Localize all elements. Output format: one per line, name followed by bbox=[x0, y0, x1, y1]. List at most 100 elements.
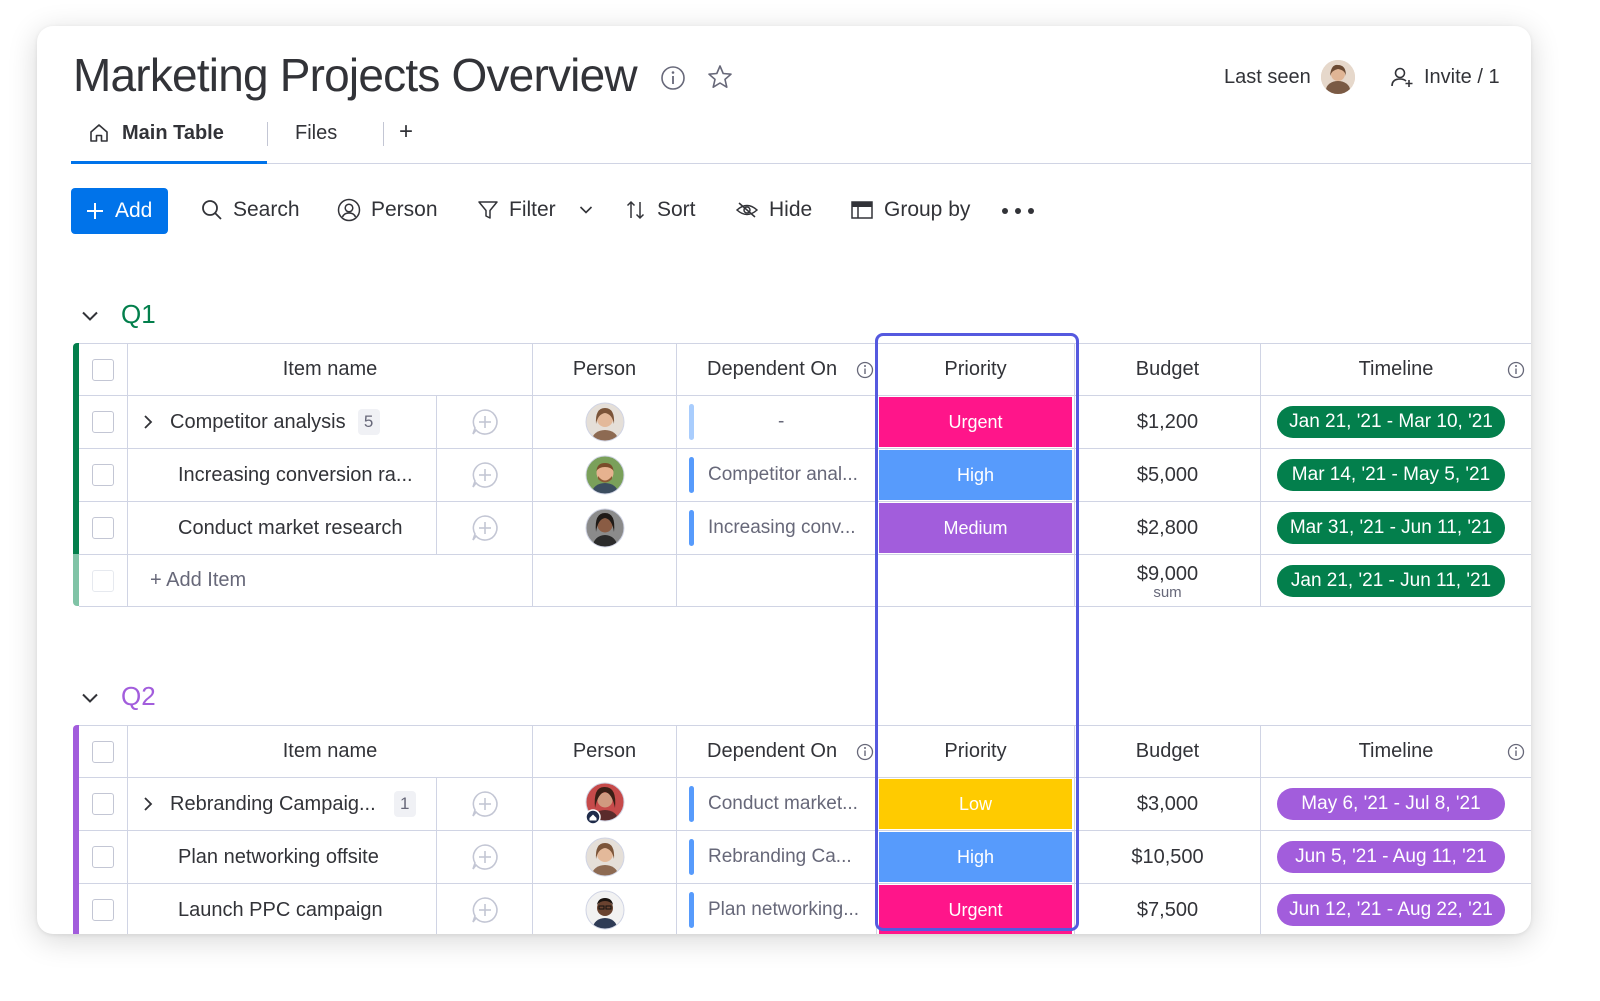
column-header-item-name[interactable]: Item name bbox=[128, 725, 533, 778]
timeline-cell[interactable]: Jan 21, '21 - Mar 10, '21 bbox=[1261, 396, 1531, 449]
person-avatar[interactable] bbox=[585, 455, 625, 495]
row-checkbox[interactable] bbox=[92, 517, 114, 539]
priority-cell[interactable]: Medium bbox=[877, 502, 1075, 555]
column-header-budget[interactable]: Budget bbox=[1075, 725, 1261, 778]
add-update-icon[interactable] bbox=[470, 460, 500, 490]
row-checkbox[interactable] bbox=[92, 411, 114, 433]
last-seen-label[interactable]: Last seen bbox=[1224, 66, 1311, 89]
person-cell[interactable] bbox=[533, 449, 677, 502]
row-checkbox[interactable] bbox=[92, 899, 114, 921]
budget-cell[interactable]: $10,500 bbox=[1075, 831, 1261, 884]
row-checkbox[interactable] bbox=[92, 793, 114, 815]
last-seen-avatar[interactable] bbox=[1321, 60, 1355, 94]
add-item-input[interactable]: + Add Item bbox=[150, 569, 246, 592]
add-update-icon[interactable] bbox=[470, 895, 500, 925]
column-info-icon[interactable] bbox=[856, 361, 874, 379]
priority-cell[interactable]: High bbox=[877, 831, 1075, 884]
timeline-cell[interactable]: Jun 5, '21 - Aug 11, '21 bbox=[1261, 831, 1531, 884]
item-name-cell[interactable]: Rebranding Campaig... 1 bbox=[128, 778, 437, 831]
updates-cell[interactable] bbox=[437, 449, 533, 502]
column-header-budget[interactable]: Budget bbox=[1075, 343, 1261, 396]
column-header-person[interactable]: Person bbox=[533, 343, 677, 396]
column-header-timeline[interactable]: Timeline bbox=[1261, 343, 1531, 396]
add-update-icon[interactable] bbox=[470, 789, 500, 819]
subitems-count-badge[interactable]: 1 bbox=[393, 791, 416, 817]
dependent-on-cell[interactable]: - bbox=[677, 396, 877, 449]
person-cell[interactable] bbox=[533, 778, 677, 831]
person-avatar[interactable] bbox=[585, 402, 625, 442]
dependent-on-cell[interactable]: Increasing conv... bbox=[677, 502, 877, 555]
person-cell[interactable] bbox=[533, 884, 677, 934]
priority-cell[interactable]: Low bbox=[877, 778, 1075, 831]
dependent-on-cell[interactable]: Competitor anal... bbox=[677, 449, 877, 502]
priority-cell[interactable]: High bbox=[877, 449, 1075, 502]
budget-cell[interactable]: $1,200 bbox=[1075, 396, 1261, 449]
tab-main-table[interactable]: Main Table bbox=[122, 122, 224, 145]
person-cell[interactable] bbox=[533, 831, 677, 884]
column-info-icon[interactable] bbox=[1507, 743, 1525, 761]
column-header-item-name[interactable]: Item name bbox=[128, 343, 533, 396]
budget-cell[interactable]: $5,000 bbox=[1075, 449, 1261, 502]
more-options-icon[interactable] bbox=[1001, 202, 1035, 220]
filter-chevron-down-icon[interactable] bbox=[577, 201, 595, 219]
collapse-group-chevron-icon[interactable] bbox=[79, 306, 101, 326]
updates-cell[interactable] bbox=[437, 502, 533, 555]
person-avatar[interactable] bbox=[585, 890, 625, 930]
subitems-count-badge[interactable]: 5 bbox=[357, 409, 380, 435]
updates-cell[interactable] bbox=[437, 884, 533, 934]
group-by-button[interactable]: Group by bbox=[850, 198, 970, 222]
priority-cell[interactable]: Urgent bbox=[877, 884, 1075, 934]
budget-cell[interactable]: $7,500 bbox=[1075, 884, 1261, 934]
item-name-cell[interactable]: Launch PPC campaign bbox=[128, 884, 437, 934]
hide-button[interactable]: Hide bbox=[735, 198, 812, 222]
item-name-cell[interactable]: Conduct market research bbox=[128, 502, 437, 555]
column-header-priority[interactable]: Priority bbox=[877, 725, 1075, 778]
column-header-dependent-on[interactable]: Dependent On bbox=[677, 343, 877, 396]
expand-subitems-chevron-icon[interactable] bbox=[142, 796, 154, 812]
item-name-cell[interactable]: Competitor analysis 5 bbox=[128, 396, 437, 449]
person-avatar[interactable] bbox=[585, 837, 625, 877]
expand-subitems-chevron-icon[interactable] bbox=[142, 414, 154, 430]
invite-person-icon[interactable] bbox=[1389, 64, 1415, 90]
timeline-cell[interactable]: Mar 31, '21 - Jun 11, '21 bbox=[1261, 502, 1531, 555]
summary-timeline-cell[interactable]: Jan 21, '21 - Jun 11, '21 bbox=[1261, 555, 1531, 607]
budget-cell[interactable]: $3,000 bbox=[1075, 778, 1261, 831]
dependent-on-cell[interactable]: Rebranding Ca... bbox=[677, 831, 877, 884]
dependent-on-cell[interactable]: Plan networking... bbox=[677, 884, 877, 934]
updates-cell[interactable] bbox=[437, 831, 533, 884]
dependent-on-cell[interactable]: Conduct market... bbox=[677, 778, 877, 831]
add-item-button[interactable]: Add bbox=[71, 188, 168, 234]
tab-files[interactable]: Files bbox=[295, 122, 337, 145]
add-update-icon[interactable] bbox=[470, 513, 500, 543]
search-button[interactable]: Search bbox=[201, 198, 300, 222]
priority-cell[interactable]: Urgent bbox=[877, 396, 1075, 449]
column-header-timeline[interactable]: Timeline bbox=[1261, 725, 1531, 778]
select-all-checkbox[interactable] bbox=[92, 358, 114, 381]
star-icon[interactable] bbox=[705, 62, 735, 92]
column-header-person[interactable]: Person bbox=[533, 725, 677, 778]
item-name-cell[interactable]: Increasing conversion ra... bbox=[128, 449, 437, 502]
budget-cell[interactable]: $2,800 bbox=[1075, 502, 1261, 555]
column-header-priority[interactable]: Priority bbox=[877, 343, 1075, 396]
person-cell[interactable] bbox=[533, 396, 677, 449]
group-title-q2[interactable]: Q2 bbox=[121, 681, 156, 712]
column-info-icon[interactable] bbox=[1507, 361, 1525, 379]
info-icon[interactable] bbox=[659, 64, 687, 92]
add-view-button[interactable]: + bbox=[399, 118, 413, 146]
group-title-q1[interactable]: Q1 bbox=[121, 299, 156, 330]
row-checkbox[interactable] bbox=[92, 464, 114, 486]
column-info-icon[interactable] bbox=[856, 743, 874, 761]
summary-budget-cell[interactable]: $9,000 sum bbox=[1075, 555, 1261, 607]
collapse-group-chevron-icon[interactable] bbox=[79, 688, 101, 708]
item-name-cell[interactable]: Plan networking offsite bbox=[128, 831, 437, 884]
person-filter-button[interactable]: Person bbox=[337, 198, 438, 222]
sort-button[interactable]: Sort bbox=[625, 198, 696, 222]
row-checkbox[interactable] bbox=[92, 846, 114, 868]
person-avatar[interactable] bbox=[583, 782, 627, 826]
add-update-icon[interactable] bbox=[470, 407, 500, 437]
add-update-icon[interactable] bbox=[470, 842, 500, 872]
column-header-dependent-on[interactable]: Dependent On bbox=[677, 725, 877, 778]
updates-cell[interactable] bbox=[437, 396, 533, 449]
board-title[interactable]: Marketing Projects Overview bbox=[73, 48, 638, 102]
updates-cell[interactable] bbox=[437, 778, 533, 831]
